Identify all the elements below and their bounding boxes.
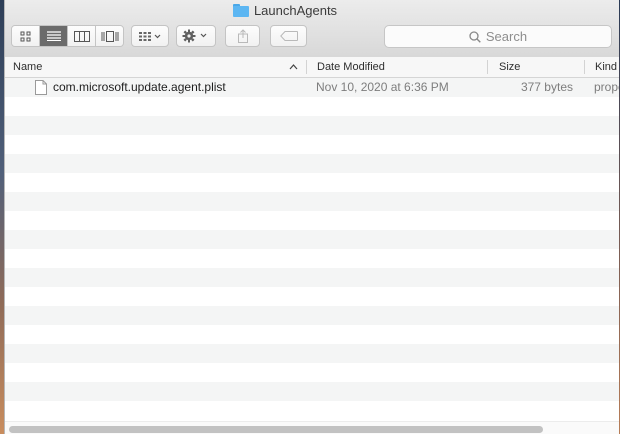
column-divider[interactable] — [584, 60, 585, 74]
column-view-icon — [73, 30, 90, 42]
column-view-button[interactable] — [68, 26, 96, 46]
view-mode-control — [11, 25, 124, 47]
empty-row — [5, 268, 619, 287]
empty-row — [5, 306, 619, 325]
empty-row — [5, 287, 619, 306]
window-title: LaunchAgents — [253, 3, 338, 18]
empty-row — [5, 116, 619, 135]
empty-row — [5, 344, 619, 363]
empty-row — [5, 154, 619, 173]
list-view-button[interactable] — [40, 26, 68, 46]
search-icon — [469, 30, 481, 43]
empty-row — [5, 325, 619, 344]
file-date-modified: Nov 10, 2020 at 6:36 PM — [316, 80, 449, 94]
search-field[interactable]: Search — [384, 25, 612, 48]
scrollbar-thumb[interactable] — [9, 426, 543, 433]
horizontal-scrollbar[interactable] — [5, 421, 619, 434]
empty-row — [5, 211, 619, 230]
column-header-name[interactable]: Name — [13, 57, 42, 77]
sort-ascending-icon — [289, 64, 298, 70]
column-header-date-modified[interactable]: Date Modified — [317, 57, 385, 77]
group-grid-icon — [139, 31, 161, 41]
file-row[interactable]: com.microsoft.update.agent.plist Nov 10,… — [5, 78, 619, 97]
empty-row — [5, 249, 619, 268]
empty-row — [5, 192, 619, 211]
file-size: 377 bytes — [520, 80, 573, 94]
group-by-button[interactable] — [131, 25, 169, 47]
window-title-bar: LaunchAgents — [5, 3, 565, 18]
list-header: Name Date Modified Size Kind — [5, 57, 619, 78]
empty-row — [5, 97, 619, 116]
edit-tags-button[interactable] — [270, 25, 307, 47]
empty-row — [5, 230, 619, 249]
cover-flow-view-button[interactable] — [96, 26, 123, 46]
icon-view-button[interactable] — [12, 26, 40, 46]
file-list: com.microsoft.update.agent.plist Nov 10,… — [5, 78, 619, 420]
empty-row — [5, 382, 619, 401]
icon-view-icon — [20, 31, 31, 41]
document-icon — [35, 80, 47, 95]
tag-icon — [279, 31, 298, 41]
gear-icon — [182, 29, 207, 43]
column-header-size[interactable]: Size — [499, 57, 520, 77]
empty-row — [5, 363, 619, 382]
finder-window: LaunchAgents Search Name Date Modified S… — [4, 0, 619, 434]
empty-row — [5, 135, 619, 154]
toolbar: LaunchAgents Search — [5, 0, 619, 58]
column-divider[interactable] — [487, 60, 488, 74]
share-icon — [237, 29, 248, 43]
list-view-icon — [46, 31, 61, 41]
column-divider[interactable] — [306, 60, 307, 74]
search-placeholder: Search — [485, 29, 528, 44]
cover-flow-icon — [101, 30, 118, 42]
action-menu-button[interactable] — [176, 25, 216, 47]
empty-row — [5, 173, 619, 192]
share-button[interactable] — [225, 25, 260, 47]
empty-row — [5, 401, 619, 420]
file-kind: property list — [594, 80, 619, 94]
column-header-kind[interactable]: Kind — [595, 57, 617, 77]
folder-icon — [232, 4, 249, 17]
file-name: com.microsoft.update.agent.plist — [53, 80, 226, 94]
